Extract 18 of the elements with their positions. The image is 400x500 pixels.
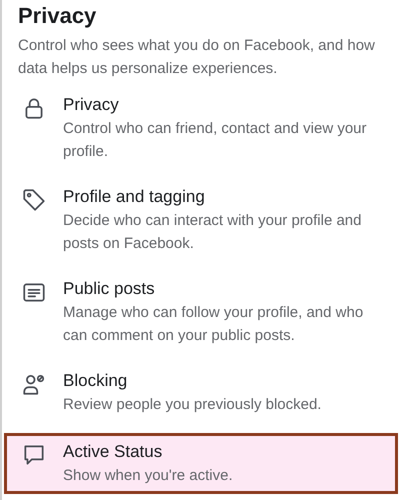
settings-item[interactable]: Blocking Review people you previously blocked. xyxy=(4,362,398,431)
item-title: Profile and tagging xyxy=(63,186,206,208)
settings-item[interactable]: Public posts Manage who can follow your profile, and who can comment on your public posts. xyxy=(4,270,398,362)
item-description: Manage who can follow your profile, and who can comment on your public posts. xyxy=(63,303,364,346)
page-description: Control who sees what you do on Facebook, and how data helps us personalize experiences. xyxy=(18,36,376,79)
tag-icon xyxy=(21,187,47,213)
item-title: Privacy xyxy=(63,94,120,116)
item-description: Review people you previously blocked. xyxy=(63,395,322,415)
page-title: Privacy xyxy=(18,2,98,30)
settings-item[interactable]: Profile and tagging Decide who can interact with your profile and posts on Facebook. xyxy=(4,178,398,270)
item-title: Active Status xyxy=(63,441,164,463)
item-title: Public posts xyxy=(63,278,156,300)
item-title: Blocking xyxy=(63,370,128,392)
item-description: Control who can friend, contact and view your profile. xyxy=(63,119,368,162)
item-description: Decide who can interact with your profile and posts on Facebook. xyxy=(63,211,362,254)
settings-item[interactable]: Active Status Show when you're active. xyxy=(4,433,398,494)
item-description: Show when you're active. xyxy=(63,466,233,486)
settings-item[interactable]: Privacy Control who can friend, contact and view your profile. xyxy=(4,86,398,178)
